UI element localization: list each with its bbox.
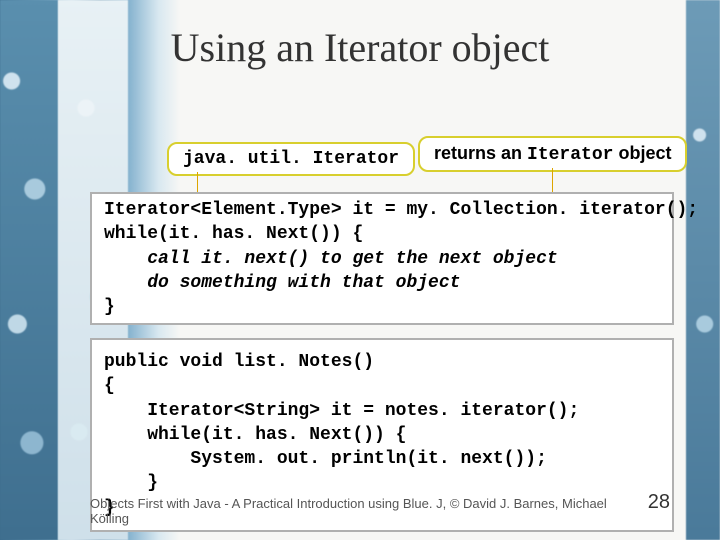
decorative-bg-left (0, 0, 58, 540)
code2-l2: { (104, 376, 115, 396)
callout-returns: returns an Iterator object (418, 136, 687, 172)
slide-title: Using an Iterator object (0, 24, 720, 71)
callout-returns-prefix: returns an (434, 143, 527, 163)
code-block-pseudocode: Iterator<Element.Type> it = my. Collecti… (90, 192, 674, 325)
code1-l4: do something with that object (104, 273, 460, 293)
code1-l5: } (104, 297, 115, 317)
decorative-bg-right (686, 0, 720, 540)
page-number: 28 (648, 491, 670, 514)
code2-l4: while(it. has. Next()) { (104, 425, 406, 445)
code1-l3: call it. next() to get the next object (104, 249, 558, 269)
code2-l1: public void list. Notes() (104, 352, 374, 372)
code2-l5: System. out. println(it. next()); (104, 449, 547, 469)
connector-line-left (197, 172, 198, 194)
footer-attribution: Objects First with Java - A Practical In… (90, 496, 648, 526)
code1-l1: Iterator<Element.Type> it = my. Collecti… (104, 200, 698, 220)
connector-line-right (552, 168, 553, 194)
callout-returns-code: Iterator (527, 145, 613, 165)
slide-footer: Objects First with Java - A Practical In… (90, 491, 670, 526)
code1-l2: while(it. has. Next()) { (104, 224, 363, 244)
code2-l3: Iterator<String> it = notes. iterator(); (104, 401, 579, 421)
callout-returns-suffix: object (613, 143, 671, 163)
callout-import: java. util. Iterator (167, 142, 415, 176)
